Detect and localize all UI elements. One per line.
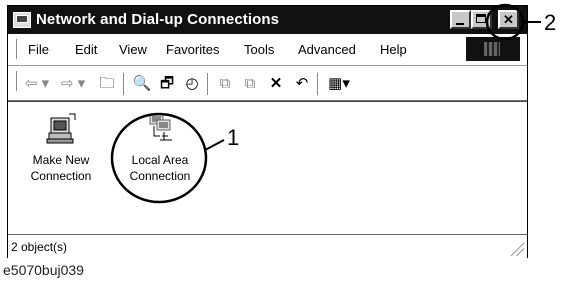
title-bar[interactable]: Network and Dial-up Connections ✕ (8, 6, 527, 34)
make-new-connection-icon (45, 112, 78, 146)
local-area-connection-icon (144, 112, 177, 146)
copy-to-button[interactable]: ⧉ (239, 75, 261, 92)
menu-favorites[interactable]: Favorites (166, 42, 219, 57)
explorer-window: Network and Dial-up Connections ✕ File E… (7, 5, 528, 259)
toolbar-separator (207, 73, 211, 95)
search-button[interactable]: 🔍 (131, 75, 153, 92)
folder-content: Make New Connection Local Area Connectio… (8, 101, 527, 235)
window-title: Network and Dial-up Connections (36, 11, 280, 28)
delete-button[interactable]: ✕ (265, 75, 287, 92)
network-folder-icon (13, 12, 31, 28)
local-area-connection-label-2: Connection (129, 169, 191, 183)
up-folder-button[interactable]: 🗀 (96, 75, 118, 92)
menu-bar: File Edit View Favorites Tools Advanced … (8, 34, 527, 66)
undo-button[interactable]: ↶ (291, 75, 313, 92)
toolbar: ⇦ ▾ ⇨ ▾ 🗀 🔍 🗗 ◴ ⧉ ⧉ ✕ ↶ ▦▾ (8, 66, 527, 101)
local-area-connection-label-1: Local Area (131, 153, 189, 167)
toolbar-grip[interactable] (13, 71, 17, 91)
make-new-connection-label-1: Make New (32, 153, 90, 167)
windows-logo-icon (466, 37, 520, 61)
menu-file[interactable]: File (28, 42, 49, 57)
make-new-connection-item[interactable]: Make New Connection (26, 112, 96, 184)
status-text: 2 object(s) (11, 240, 68, 254)
forward-button[interactable]: ⇨ ▾ (58, 75, 88, 92)
toolbar-separator (317, 73, 321, 95)
menu-help[interactable]: Help (380, 42, 407, 57)
menu-tools[interactable]: Tools (244, 42, 274, 57)
menu-view[interactable]: View (119, 42, 147, 57)
menu-grip[interactable] (13, 39, 17, 59)
maximize-button[interactable] (471, 10, 492, 29)
figure-caption: e5070buj039 (3, 262, 84, 278)
menu-edit[interactable]: Edit (75, 42, 97, 57)
make-new-connection-label-2: Connection (30, 169, 92, 183)
close-button[interactable]: ✕ (498, 10, 519, 29)
status-bar: 2 object(s) (8, 234, 527, 259)
resize-grip-icon[interactable] (510, 242, 524, 256)
callout-number-1: 1 (227, 125, 240, 150)
local-area-connection-item[interactable]: Local Area Connection (121, 112, 199, 184)
callout-number-2: 2 (544, 10, 557, 35)
folders-button[interactable]: 🗗 (156, 75, 178, 92)
move-to-button[interactable]: ⧉ (214, 75, 236, 92)
menu-advanced[interactable]: Advanced (298, 42, 356, 57)
minimize-button[interactable] (450, 10, 471, 29)
views-button[interactable]: ▦▾ (324, 75, 354, 92)
history-button[interactable]: ◴ (181, 75, 203, 92)
back-button[interactable]: ⇦ ▾ (22, 75, 52, 92)
toolbar-separator (123, 73, 127, 95)
